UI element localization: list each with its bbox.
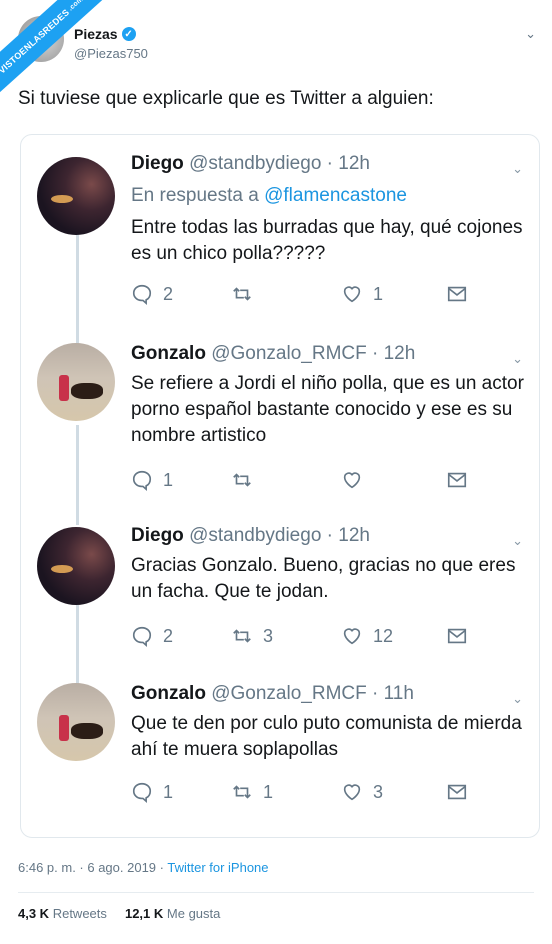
thread-connector	[76, 605, 79, 685]
thread-connector	[76, 233, 79, 345]
avatar[interactable]	[37, 157, 115, 235]
reply-handle[interactable]: @Gonzalo_RMCF · 11h	[211, 683, 414, 704]
embedded-screenshot: Diego @standbydiego · 12h ⌄ En respuesta…	[20, 134, 540, 838]
reply-name[interactable]: Gonzalo	[131, 683, 206, 704]
tweet-timestamp[interactable]: 6:46 p. m. · 6 ago. 2019 ·	[18, 860, 167, 875]
in-reply-user-link[interactable]: @flamencastone	[264, 185, 407, 206]
retweet-action[interactable]: 1	[231, 781, 273, 803]
message-action[interactable]	[446, 469, 468, 491]
mail-icon	[447, 286, 467, 302]
author-handle[interactable]: @Piezas750	[74, 46, 148, 61]
retweets-count: 4,3 K	[18, 906, 50, 921]
tweet-source-link[interactable]: Twitter for iPhone	[167, 860, 268, 875]
action-bar: 1 1 3	[131, 781, 491, 805]
reply-count: 1	[163, 781, 174, 802]
retweet-icon	[233, 473, 251, 487]
avatar[interactable]	[37, 343, 115, 421]
reply-handle[interactable]: @standbydiego · 12h	[189, 525, 370, 546]
reply-count: 2	[163, 625, 174, 646]
chevron-down-icon[interactable]: ⌄	[512, 161, 523, 177]
reply-icon	[132, 470, 152, 491]
retweets-label: Retweets	[52, 906, 107, 921]
in-reply-prefix: En respuesta a	[131, 185, 265, 206]
mail-icon	[447, 784, 467, 800]
tweet-meta: 6:46 p. m. · 6 ago. 2019 · Twitter for i…	[18, 860, 269, 875]
reply-header: Diego @standbydiego · 12h	[131, 525, 370, 547]
chevron-down-icon[interactable]: ⌄	[525, 26, 536, 42]
heart-icon	[343, 784, 361, 801]
heart-icon	[343, 628, 361, 645]
retweet-icon	[233, 629, 251, 643]
avatar[interactable]	[37, 527, 115, 605]
in-reply-to: En respuesta a @flamencastone	[131, 185, 407, 207]
reply-icon	[132, 284, 152, 305]
tweet-text: Si tuviese que explicarle que es Twitter…	[18, 88, 434, 109]
reply-name[interactable]: Gonzalo	[131, 343, 206, 364]
thread-connector	[76, 425, 79, 525]
reply-header: Gonzalo @Gonzalo_RMCF · 12h	[131, 343, 415, 365]
watermark-suffix: .com	[66, 0, 85, 13]
reply-text: Que te den por culo puto comunista de mi…	[131, 713, 522, 760]
reply-header: Gonzalo @Gonzalo_RMCF · 11h	[131, 683, 414, 705]
reply-text: Entre todas las burradas que hay, qué co…	[131, 217, 523, 264]
author-name-row[interactable]: Piezas ✓	[74, 26, 136, 42]
retweet-icon	[233, 785, 251, 799]
avatar[interactable]	[37, 683, 115, 761]
mail-icon	[447, 628, 467, 644]
reply-header: Diego @standbydiego · 12h	[131, 153, 370, 175]
likes-label: Me gusta	[166, 906, 221, 921]
message-action[interactable]	[446, 625, 468, 647]
retweet-action[interactable]	[231, 283, 263, 305]
reply-handle[interactable]: @standbydiego · 12h	[189, 153, 370, 174]
reply-action[interactable]: 1	[131, 781, 173, 803]
message-action[interactable]	[446, 283, 468, 305]
reply-text: Se refiere a Jordi el niño polla, que es…	[131, 373, 524, 446]
reply-action[interactable]: 2	[131, 625, 173, 647]
like-action[interactable]	[341, 469, 373, 491]
chevron-down-icon[interactable]: ⌄	[512, 533, 523, 549]
reply-icon	[132, 782, 152, 803]
action-bar: 2 3 12	[131, 625, 491, 649]
reply-name[interactable]: Diego	[131, 153, 184, 174]
likes-stat[interactable]: 12,1 K Me gusta	[125, 906, 220, 921]
reply-action[interactable]: 1	[131, 469, 173, 491]
tweet-stats: 4,3 K Retweets 12,1 K Me gusta	[18, 906, 220, 921]
like-action[interactable]: 1	[341, 283, 383, 305]
heart-icon	[343, 472, 361, 489]
like-count: 3	[373, 781, 384, 802]
reply-action[interactable]: 2	[131, 283, 173, 305]
reply-count: 2	[163, 283, 174, 304]
retweet-icon	[233, 287, 251, 301]
like-action[interactable]: 3	[341, 781, 383, 803]
reply-text: Gracias Gonzalo. Bueno, gracias no que e…	[131, 555, 516, 602]
retweet-action[interactable]: 3	[231, 625, 273, 647]
divider	[18, 892, 534, 893]
action-bar: 1	[131, 469, 491, 493]
chevron-down-icon[interactable]: ⌄	[512, 351, 523, 367]
reply-name[interactable]: Diego	[131, 525, 184, 546]
like-count: 12	[373, 625, 394, 646]
like-count: 1	[373, 283, 384, 304]
retweets-stat[interactable]: 4,3 K Retweets	[18, 906, 107, 921]
heart-icon	[343, 286, 361, 303]
action-bar: 2 1	[131, 283, 491, 307]
retweet-action[interactable]	[231, 469, 263, 491]
mail-icon	[447, 472, 467, 488]
reply-icon	[132, 626, 152, 647]
retweet-count: 1	[263, 781, 274, 802]
likes-count: 12,1 K	[124, 906, 164, 921]
message-action[interactable]	[446, 781, 468, 803]
author-name[interactable]: Piezas	[74, 26, 118, 42]
reply-count: 1	[163, 469, 174, 490]
like-action[interactable]: 12	[341, 625, 393, 647]
verified-icon: ✓	[121, 27, 136, 41]
chevron-down-icon[interactable]: ⌄	[512, 691, 523, 707]
retweet-count: 3	[263, 625, 274, 646]
reply-handle[interactable]: @Gonzalo_RMCF · 12h	[211, 343, 415, 364]
